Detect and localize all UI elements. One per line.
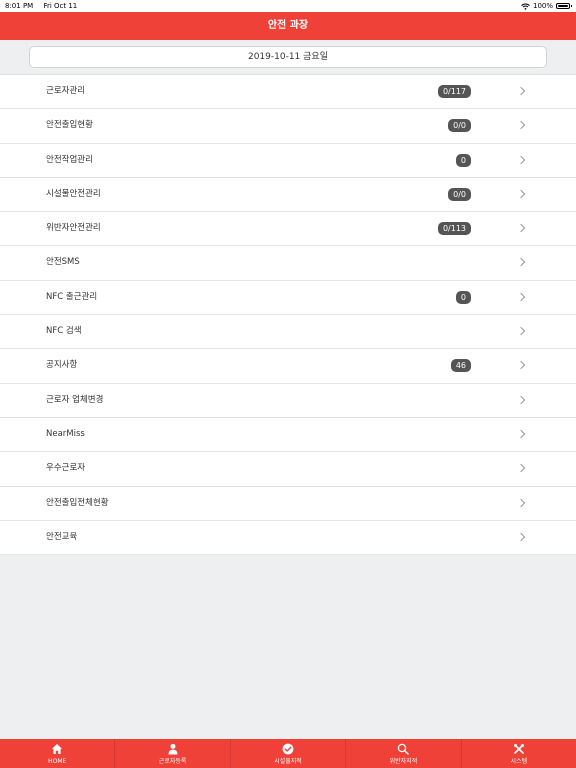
menu-item-safety-sms[interactable]: 안전SMS (0, 246, 576, 281)
tab-violator-report[interactable]: 위반자지적 (345, 739, 460, 768)
tab-worker-registration[interactable]: 근로자등록 (114, 739, 229, 768)
menu-item-label: NFC 검색 (46, 326, 82, 337)
menu-item-label: 위반자안전관리 (46, 223, 101, 234)
person-icon (168, 743, 178, 755)
menu-item-label: NearMiss (46, 428, 85, 439)
wifi-icon (521, 3, 530, 10)
page-title: 안전 과장 (0, 12, 576, 40)
menu-item-nfc-attendance[interactable]: NFC 출근관리 0 (0, 281, 576, 316)
count-badge: 46 (450, 359, 471, 373)
menu-item-safety-work-management[interactable]: 안전작업관리 0 (0, 144, 576, 178)
menu-item-label: 근로자 업체변경 (46, 394, 104, 405)
menu-item-safety-education[interactable]: 안전교육 (0, 521, 576, 556)
menu-item-excellent-workers[interactable]: 우수근로자 (0, 452, 576, 487)
check-circle-icon (282, 743, 294, 755)
chevron-right-icon (516, 498, 526, 507)
tab-label: 시스템 (510, 758, 528, 765)
chevron-right-icon (516, 532, 526, 542)
menu-item-facility-safety-management[interactable]: 시설물안전관리 0/0 (0, 178, 576, 213)
home-icon (52, 744, 63, 754)
count-badge: 0/113 (437, 222, 471, 236)
date-display: 2019-10-11 금요일 (29, 46, 547, 68)
menu-item-violator-safety-management[interactable]: 위반자안전관리 0/113 (0, 212, 576, 247)
menu-item-notices[interactable]: 공지사항 46 (0, 349, 576, 384)
chevron-right-icon (516, 155, 526, 164)
battery-percent: 100% (532, 2, 553, 10)
chevron-right-icon (516, 361, 526, 370)
chevron-right-icon (516, 429, 526, 439)
menu-item-nfc-search[interactable]: NFC 검색 (0, 315, 576, 350)
menu-item-label: 시설물안전관리 (46, 188, 101, 199)
tools-icon (513, 744, 524, 754)
tab-label: 위반자지적 (389, 758, 418, 765)
menu-item-label: 안전출입현황 (46, 120, 93, 131)
menu-item-label: 안전출입전체현황 (46, 497, 109, 508)
tab-label: 시설물지적 (274, 758, 302, 765)
tab-home[interactable]: HOME (0, 739, 114, 768)
chevron-right-icon (516, 258, 526, 267)
chevron-right-icon (516, 223, 526, 233)
tab-label: HOME (48, 758, 67, 765)
chevron-right-icon (516, 395, 526, 404)
battery-icon (556, 3, 572, 9)
menu-item-safety-access-status[interactable]: 안전출입현황 0/0 (0, 109, 576, 144)
search-icon (398, 743, 410, 755)
count-badge: 0 (455, 153, 471, 167)
status-date: Fri Oct 11 (43, 2, 78, 10)
chevron-right-icon (516, 326, 526, 336)
status-bar: 8:01 PM Fri Oct 11 100% (0, 0, 576, 12)
menu-item-safety-access-overall[interactable]: 안전출입전체현황 (0, 487, 576, 521)
menu-item-worker-company-change[interactable]: 근로자 업체변경 (0, 384, 576, 418)
chevron-right-icon (516, 189, 526, 199)
count-badge: 0/0 (448, 187, 471, 201)
chevron-right-icon (516, 86, 526, 96)
menu-item-label: 근로자관리 (46, 86, 86, 96)
menu-item-label: 안전교육 (46, 531, 78, 542)
menu-list: 근로자관리 0/117 안전출입현황 0/0 안전작업관리 0 시설물안전관리 … (0, 74, 576, 556)
count-badge: 0 (455, 290, 471, 304)
menu-item-label: 우수근로자 (46, 463, 86, 474)
menu-item-label: NFC 출근관리 (46, 291, 98, 302)
chevron-right-icon (516, 121, 526, 130)
tab-label: 근로자등록 (158, 758, 187, 765)
tab-facility-report[interactable]: 시설물지적 (229, 739, 345, 768)
tab-system[interactable]: 시스템 (460, 739, 576, 768)
menu-item-label: 안전작업관리 (46, 154, 93, 165)
chevron-right-icon (516, 292, 526, 302)
menu-item-label: 안전SMS (46, 257, 80, 268)
chevron-right-icon (516, 464, 526, 473)
menu-item-worker-management[interactable]: 근로자관리 0/117 (0, 75, 576, 110)
tab-bar: HOME 근로자등록 시설물지적 위반자지적 시스템 (0, 739, 576, 768)
count-badge: 0/0 (448, 119, 471, 133)
count-badge: 0/117 (437, 85, 471, 98)
menu-item-label: 공지사항 (46, 360, 78, 371)
menu-item-nearmiss[interactable]: NearMiss (0, 418, 576, 453)
status-time: 8:01 PM (5, 2, 34, 10)
